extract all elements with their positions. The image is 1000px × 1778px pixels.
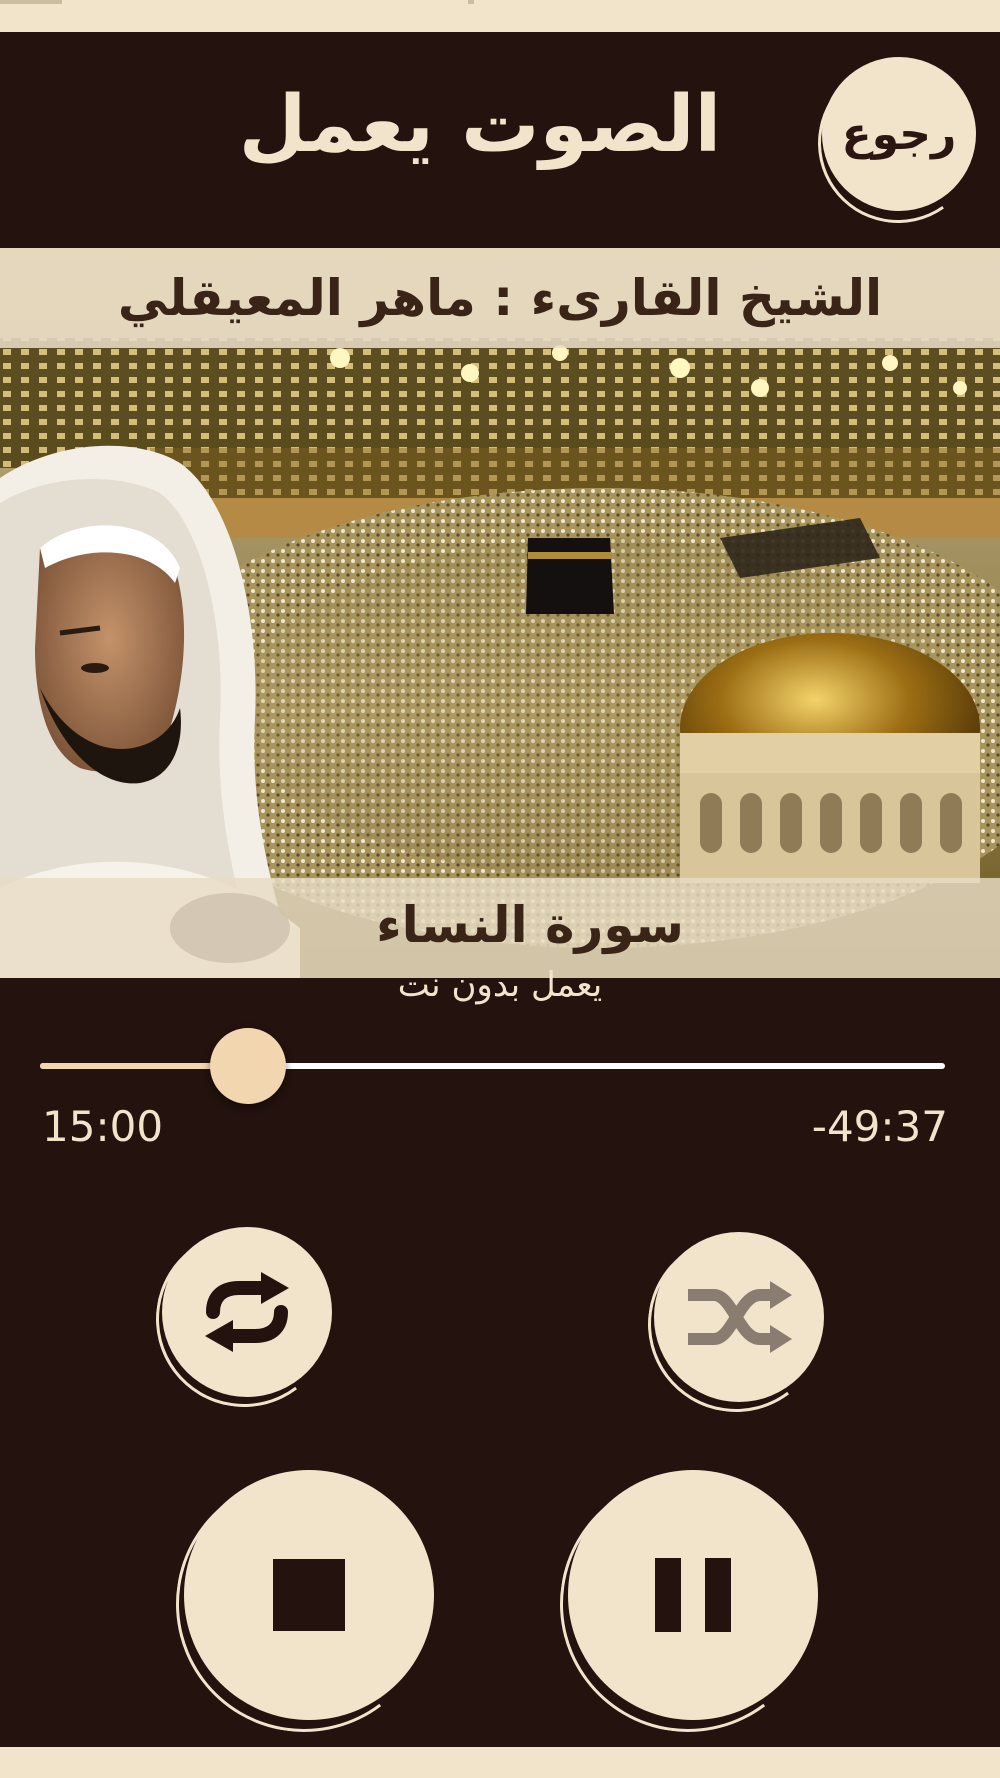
shuffle-icon (688, 1281, 792, 1353)
mecca-haram-image (0, 248, 1000, 978)
status-bar (0, 0, 1000, 32)
cover-artwork: الشيخ القارىء : ماهر المعيقلي سورة النسا… (0, 248, 1000, 978)
pause-icon (655, 1558, 731, 1632)
status-indicator (468, 0, 474, 4)
surah-name: سورة النساء (376, 896, 684, 954)
surah-banner: سورة النساء (0, 878, 1000, 978)
stop-icon (273, 1559, 345, 1631)
elapsed-time: 15:00 (42, 1102, 164, 1151)
progress-slider[interactable] (40, 1063, 945, 1069)
reciter-banner: الشيخ القارىء : ماهر المعيقلي (0, 248, 1000, 348)
page-title: الصوت يعمل (238, 80, 722, 170)
progress-thumb[interactable] (210, 1028, 287, 1104)
reciter-name: الشيخ القارىء : ماهر المعيقلي (117, 269, 883, 327)
shuffle-button[interactable] (636, 1224, 836, 1424)
offline-label: يعمل بدون نت (397, 965, 603, 1005)
repeat-button[interactable] (144, 1219, 344, 1419)
back-button[interactable]: رجوع (822, 57, 976, 211)
pause-button[interactable] (543, 1459, 833, 1749)
bottom-bar (0, 1747, 1000, 1778)
status-indicator (0, 0, 62, 4)
stop-button[interactable] (159, 1459, 449, 1749)
repeat-icon (205, 1272, 289, 1352)
remaining-time: -49:37 (811, 1102, 948, 1151)
player-screen: رجوع الصوت يعمل الشيخ القارىء: ماهر الم… (0, 32, 1000, 1749)
back-button-label: رجوع (841, 108, 957, 160)
